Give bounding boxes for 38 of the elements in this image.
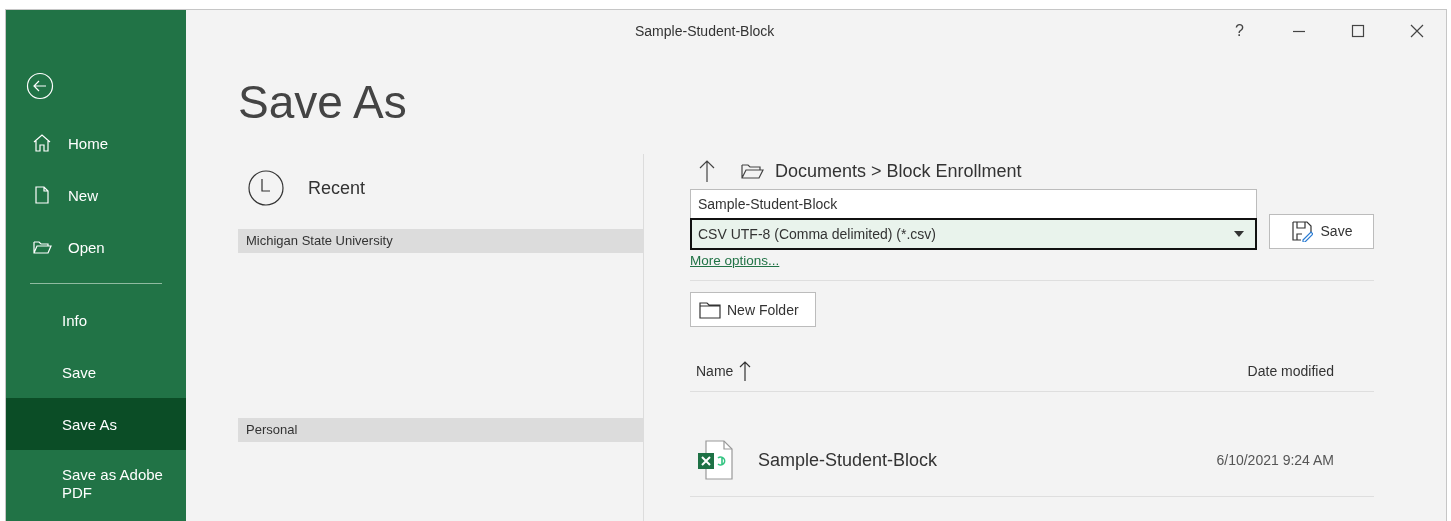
sidebar-item[interactable]: Home [6, 117, 186, 169]
column-header[interactable]: Name [690, 360, 752, 382]
dropdown-caret-icon [1234, 231, 1244, 237]
group-header: Personal [238, 418, 643, 442]
sidebar-item[interactable]: Save As [6, 398, 186, 450]
file-type-dropdown[interactable]: CSV UTF-8 (Comma delimited) (*.csv) [690, 218, 1257, 250]
file-name: Sample-Student-Block [758, 449, 939, 471]
save-button[interactable]: Save [1269, 213, 1374, 249]
sidebar-item[interactable]: Info [6, 294, 186, 346]
folder-icon [699, 300, 721, 319]
recent-item[interactable]: Recent [238, 168, 366, 208]
page-heading: Save As [238, 75, 408, 130]
sidebar-item[interactable]: New [6, 169, 186, 221]
up-button[interactable] [698, 159, 716, 183]
maximize-icon [1350, 24, 1365, 38]
close-icon [1409, 24, 1424, 38]
back-button[interactable] [26, 72, 54, 100]
sidebar-item[interactable]: Open [6, 221, 186, 273]
floppy-disk-icon [1290, 220, 1313, 242]
sidebar-item[interactable]: Save as Adobe PDF [6, 450, 186, 518]
clock-icon [248, 170, 284, 206]
file-row[interactable]: Sample-Student-Block 6/10/2021 9:24 AM [690, 392, 1374, 497]
sidebar-item[interactable]: Save [6, 346, 186, 398]
group-header: Michigan State University [238, 229, 643, 253]
column-header[interactable]: Date modified [1247, 363, 1374, 379]
home-icon [32, 133, 52, 153]
page-icon [32, 185, 52, 205]
file-date: 6/10/2021 9:24 AM [1216, 452, 1334, 468]
new-folder-button[interactable]: New Folder [690, 292, 816, 327]
more-options-link[interactable]: More options... [690, 253, 780, 268]
folder-icon [741, 162, 765, 180]
spreadsheet-file-icon [696, 440, 734, 480]
up-arrow-icon [698, 159, 716, 183]
help-button[interactable]: ? [1210, 10, 1269, 52]
sort-arrow-icon [739, 360, 752, 382]
filename-field[interactable]: Sample-Student-Block [690, 189, 1257, 219]
breadcrumb-path: Documents > Block Enrollment [775, 160, 1022, 182]
window-title: Sample-Student-Block [635, 23, 776, 39]
